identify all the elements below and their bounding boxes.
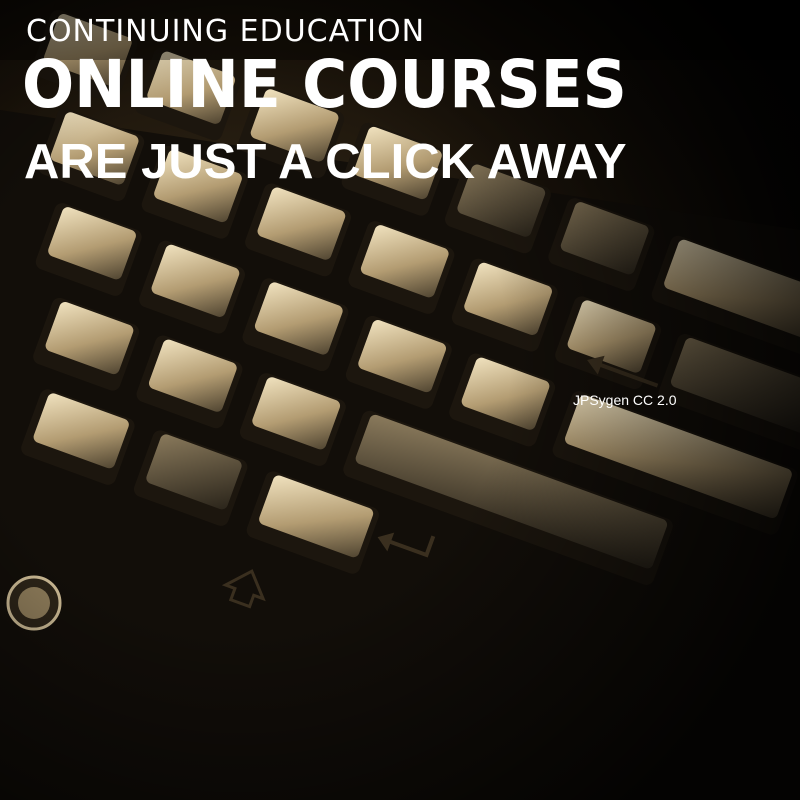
tagline: ARE JUST A CLICK AWAY bbox=[24, 135, 627, 189]
promo-image: CONTINUING EDUCATION ONLINE COURSES ARE … bbox=[0, 0, 800, 800]
title: ONLINE COURSES bbox=[22, 46, 627, 123]
headline: CONTINUING EDUCATION ONLINE COURSES ARE … bbox=[0, 0, 800, 220]
subtitle: CONTINUING EDUCATION bbox=[26, 14, 426, 49]
photo-credit: JPSygen CC 2.0 bbox=[573, 392, 677, 408]
